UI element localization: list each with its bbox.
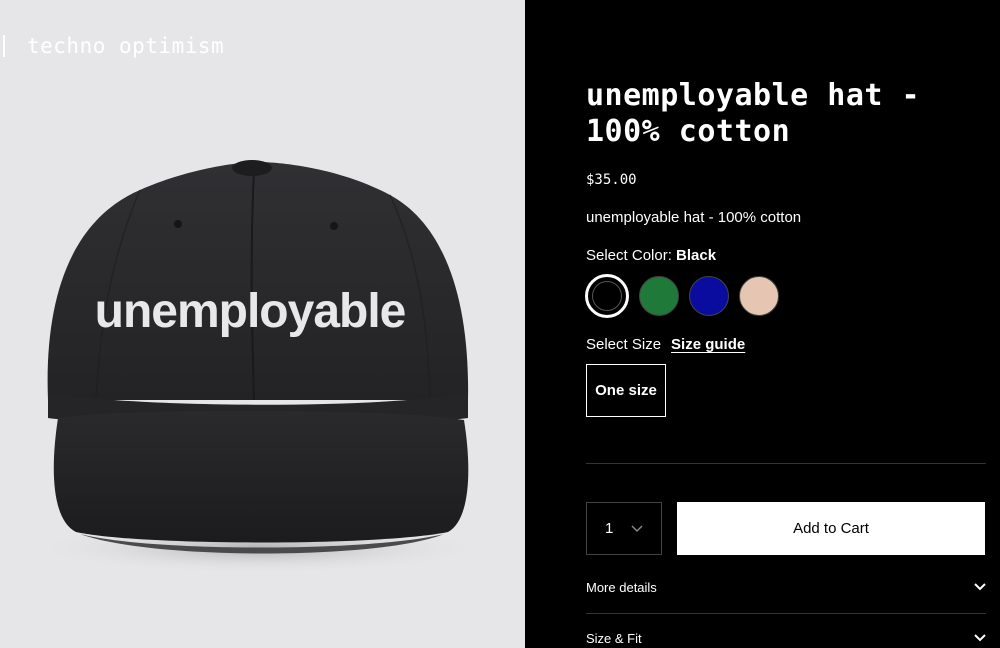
size-label: Select Size xyxy=(586,336,662,353)
selected-color-name: Black xyxy=(676,247,717,264)
color-swatches xyxy=(585,274,779,318)
size-row: Select Size Size guide xyxy=(586,336,745,353)
chevron-down-icon xyxy=(974,583,986,591)
color-swatch-green[interactable] xyxy=(639,276,679,316)
chevron-down-icon xyxy=(974,634,986,642)
size-guide-link[interactable]: Size guide xyxy=(671,336,745,353)
chevron-down-icon xyxy=(631,524,643,532)
brand-logo[interactable]: techno optimism xyxy=(0,34,224,58)
color-swatch-fill xyxy=(592,281,622,311)
size-option-one-size[interactable]: One size xyxy=(586,364,666,417)
divider xyxy=(586,463,986,464)
color-swatch-beige[interactable] xyxy=(739,276,779,316)
product-image: unemployable techno optimism xyxy=(0,0,525,648)
color-swatch-blue[interactable] xyxy=(689,276,729,316)
quantity-select[interactable]: 1 xyxy=(586,502,662,555)
brand-bar xyxy=(3,35,5,57)
color-swatch-black[interactable] xyxy=(585,274,629,318)
accordion-size-fit[interactable]: Size & Fit xyxy=(586,628,986,648)
add-to-cart-button[interactable]: Add to Cart xyxy=(677,502,985,555)
accordion-label: Size & Fit xyxy=(586,630,642,646)
color-label-text: Select Color: xyxy=(586,247,672,264)
brand-name: techno optimism xyxy=(27,34,225,58)
color-label: Select Color: Black xyxy=(586,247,716,264)
accordion-more-details[interactable]: More details xyxy=(586,577,986,597)
hat-image: unemployable xyxy=(28,160,488,574)
accordion-label: More details xyxy=(586,579,657,595)
quantity-value: 1 xyxy=(605,520,614,537)
product-info-panel: unemployable hat - 100% cotton $35.00 un… xyxy=(525,0,1000,648)
divider xyxy=(586,613,986,614)
product-price: $35.00 xyxy=(586,172,637,188)
product-title: unemployable hat - 100% cotton xyxy=(586,78,921,149)
product-description: unemployable hat - 100% cotton xyxy=(586,209,802,226)
hat-embroidery-text: unemployable xyxy=(95,285,406,338)
